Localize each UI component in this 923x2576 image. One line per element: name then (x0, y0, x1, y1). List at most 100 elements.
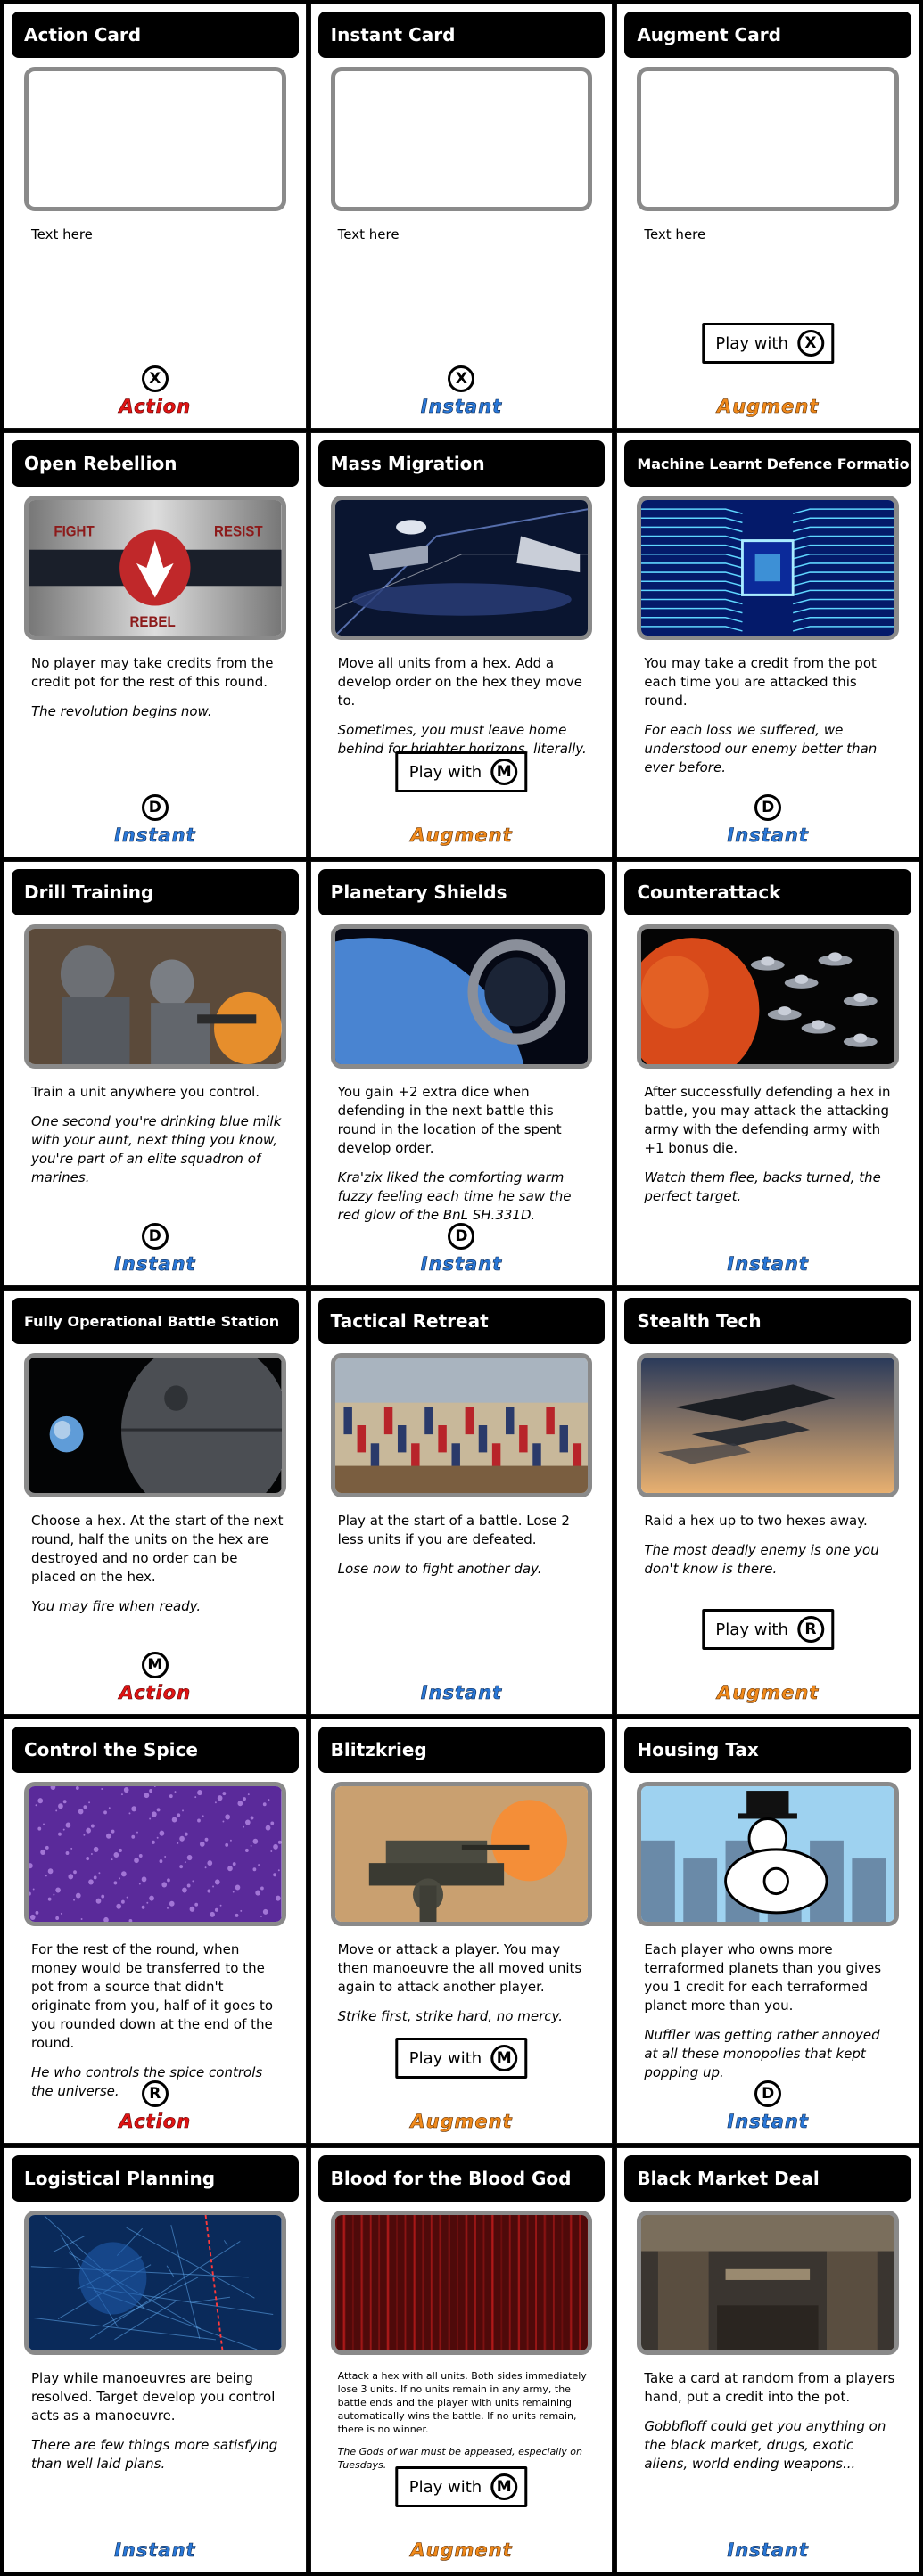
card-type-label: Action (119, 1682, 192, 1704)
card[interactable]: Control the Spice For the rest of the rou… (4, 1719, 307, 2144)
order-marker-icon: R (141, 2080, 169, 2107)
card-text: No player may take credits from the cred… (31, 654, 284, 732)
card[interactable]: Counterattack After successfully defendi… (616, 861, 919, 1286)
card-title: Mass Migration (317, 440, 606, 487)
rules-text: Take a card at random from a players han… (644, 2370, 895, 2405)
card[interactable]: Blitzkrieg Move or attack a player. You … (309, 1719, 614, 2144)
card-sheet: Action Card Text here X Action Instant Card T… (0, 0, 923, 2576)
card-text: You gain +2 extra dice when defending in… (338, 1083, 591, 1235)
card[interactable]: Black Market Deal Take a card at random … (616, 2147, 919, 2572)
card-type-label: Instant (727, 2111, 809, 2133)
card[interactable]: Action Card Text here X Action (4, 4, 307, 429)
card-type-label: Augment (716, 1682, 820, 1704)
card-art (24, 924, 286, 1069)
order-marker-icon: M (490, 759, 518, 785)
card-art (330, 1353, 593, 1497)
rules-text: Text here (31, 226, 93, 242)
card-text: Take a card at random from a players han… (644, 2369, 897, 2484)
play-with-label: Play with (408, 2477, 482, 2497)
card[interactable]: Tactical Retreat Play at the start of a … (309, 1290, 614, 1715)
art-text: RESIST (214, 524, 263, 540)
play-with-label: Play with (715, 333, 788, 353)
rules-text: Play while manoeuvres are being resolved… (31, 2370, 276, 2424)
card-art: FIGHT RESIST REBEL (24, 496, 286, 640)
rules-text: Text here (644, 226, 706, 242)
flavor-text: One second you're drinking blue milk wit… (31, 1113, 282, 1185)
play-with-label: Play with (408, 762, 482, 782)
card[interactable]: Housing Tax Each player who owns more te… (616, 1719, 919, 2144)
card[interactable]: Planetary Shields You gain +2 extra dice… (309, 861, 614, 1286)
rules-text: Move all units from a hex. Add a develop… (337, 655, 583, 709)
card[interactable]: Augment Card Text here Play with X Augment (616, 4, 919, 429)
order-marker-icon: M (490, 2473, 518, 2500)
card[interactable]: Stealth Tech Raid a hex up to two hexes … (616, 1290, 919, 1715)
card-title: Machine Learnt Defence Formations (624, 440, 911, 487)
card-title: Stealth Tech (624, 1298, 911, 1344)
rules-text: Text here (337, 226, 400, 242)
rules-text: Attack a hex with all units. Both sides … (337, 2370, 587, 2435)
rules-text: Raid a hex up to two hexes away. (644, 1513, 868, 1529)
card-art (637, 67, 899, 211)
card-title: Augment Card (624, 12, 911, 58)
card-type-label: Augment (410, 824, 513, 847)
card-type-label: Instant (114, 2539, 196, 2562)
flavor-text: Gobbfloff could get you anything on the … (644, 2418, 886, 2472)
card-text: After successfully defending a hex in ba… (644, 1083, 897, 1217)
card-title: Black Market Deal (624, 2155, 911, 2202)
card-type-label: Instant (420, 1682, 503, 1704)
card-type-label: Augment (410, 2111, 513, 2133)
rules-text: No player may take credits from the cred… (31, 655, 274, 690)
card[interactable]: Machine Learnt Defence Formations You ma… (616, 432, 919, 857)
card-title: Blood for the Blood God (317, 2155, 606, 2202)
order-marker-icon: D (754, 794, 782, 821)
play-with-box: Play with M (395, 751, 528, 792)
card-title: Drill Training (12, 869, 299, 915)
flavor-text: You may fire when ready. (31, 1598, 202, 1614)
card-title: Fully Operational Battle Station (12, 1298, 299, 1344)
play-with-box: Play with R (702, 1609, 834, 1650)
card-type-label: Augment (410, 2539, 513, 2562)
card[interactable]: Fully Operational Battle Station Choose … (4, 1290, 307, 1715)
card-title: Logistical Planning (12, 2155, 299, 2202)
card-type-label: Instant (114, 1253, 196, 1276)
order-marker-icon: X (448, 365, 475, 392)
card-text: Play at the start of a battle. Lose 2 le… (338, 1512, 591, 1589)
card-title: Counterattack (624, 869, 911, 915)
flavor-text: Kra'zix liked the comforting warm fuzzy … (337, 1169, 572, 1223)
card-type-label: Instant (420, 396, 503, 418)
card-text: Move or attack a player. You may then ma… (338, 1940, 591, 2037)
card[interactable]: Open Rebellion FIGHT RESIST REBEL No play… (4, 432, 307, 857)
card[interactable]: Drill Training Train a unit anywhere you… (4, 861, 307, 1286)
card[interactable]: Blood for the Blood God Attack a hex with… (309, 2147, 614, 2572)
card-type-label: Instant (727, 2539, 809, 2562)
order-marker-icon: R (796, 1616, 824, 1643)
rules-text: Each player who owns more terraformed pl… (644, 1941, 882, 2014)
flavor-text: The most deadly enemy is one you don't k… (644, 1542, 879, 1577)
order-marker-icon: M (141, 1652, 169, 1678)
card-text: Raid a hex up to two hexes away. The most… (644, 1512, 897, 1589)
flavor-text: For each loss we suffered, we understood… (644, 722, 878, 775)
card-art (330, 67, 593, 211)
flavor-text: Strike first, strike hard, no mercy. (337, 2008, 563, 2024)
card[interactable]: Logistical Planning Play while manoeuvres… (4, 2147, 307, 2572)
card-type-label: Instant (114, 824, 196, 847)
card-title: Housing Tax (624, 1727, 911, 1773)
card-text: You may take a credit from the pot each … (644, 654, 897, 788)
card-art (637, 924, 899, 1069)
order-marker-icon: M (490, 2045, 518, 2071)
card-type-label: Action (119, 2111, 192, 2133)
card[interactable]: Mass Migration Move all units from a hex… (309, 432, 614, 857)
card-title: Tactical Retreat (317, 1298, 606, 1344)
card-type-label: Instant (727, 1253, 809, 1276)
card-text: Attack a hex with all units. Both sides … (338, 2369, 591, 2481)
flavor-text: Watch them flee, backs turned, the perfe… (644, 1169, 881, 1204)
card[interactable]: Instant Card Text here X Instant (309, 4, 614, 429)
order-marker-icon: D (448, 1223, 475, 1250)
card-text: Text here (338, 226, 591, 255)
card-art (330, 2211, 593, 2355)
card-art (330, 496, 593, 640)
card-text: Each player who owns more terraformed pl… (644, 1940, 897, 2093)
card-art (637, 496, 899, 640)
flavor-text: Lose now to fight another day. (337, 1561, 542, 1577)
card-art (637, 1782, 899, 1926)
